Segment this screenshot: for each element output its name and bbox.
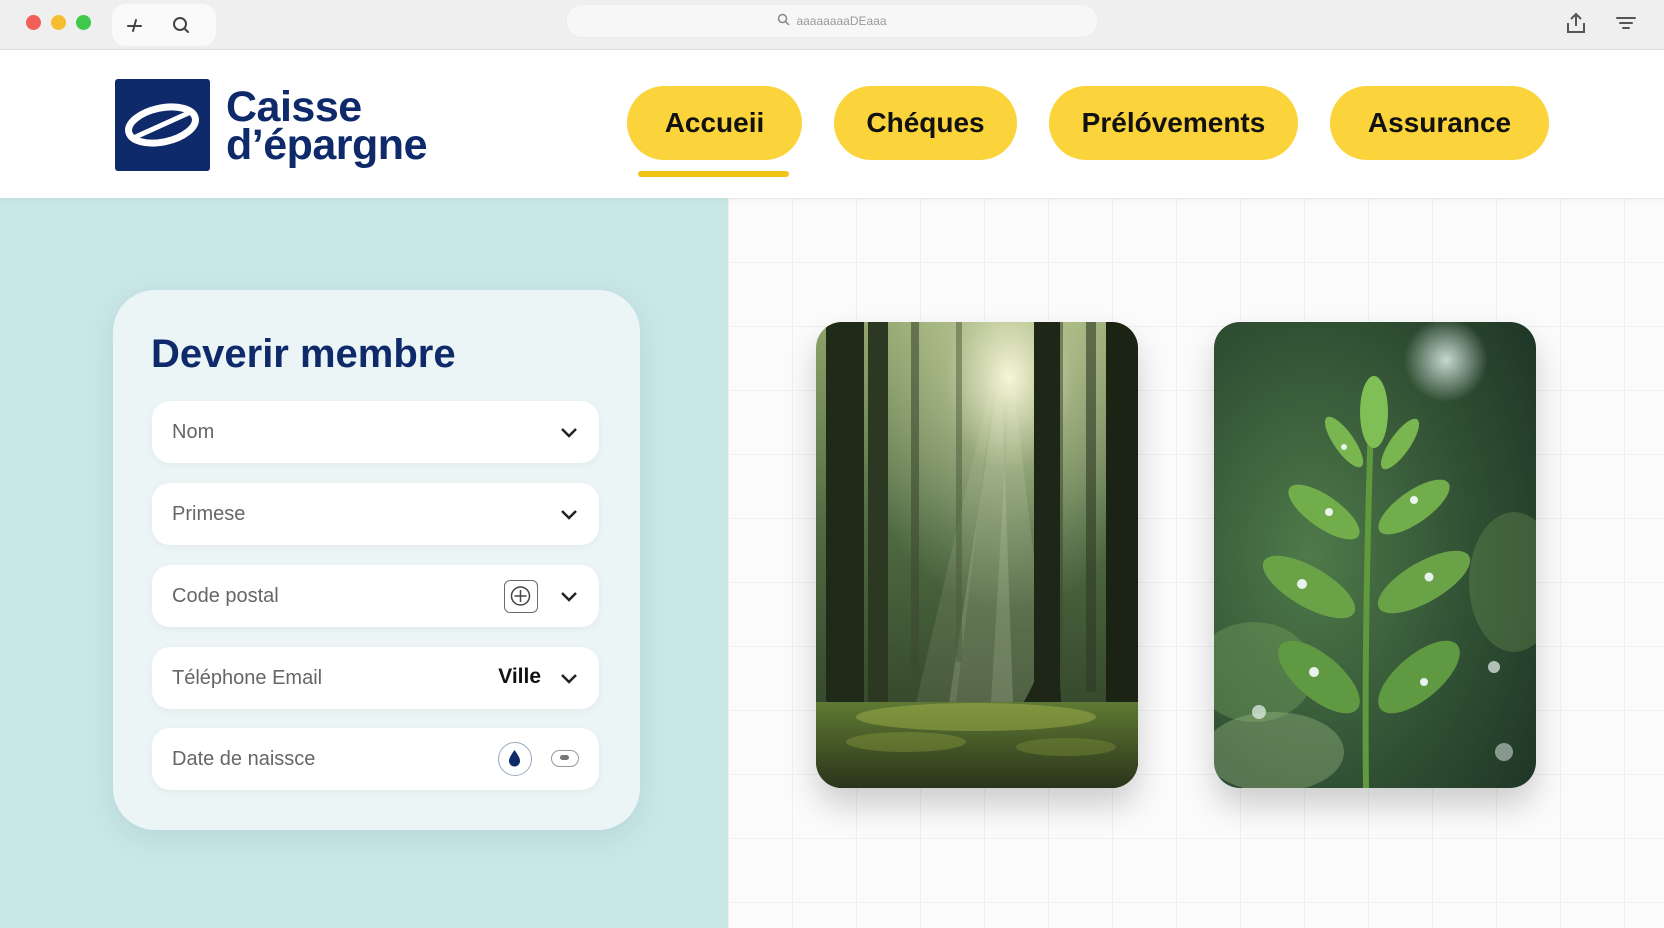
prenom-label: Primese [172,503,246,525]
chevron-down-icon[interactable] [559,668,579,688]
site-header: Caisse d’épargne Accueii Chéques Prélóve… [0,50,1664,198]
browser-toolbar: aaaaaaaaDEaaa [0,0,1664,50]
signup-panel: Deverir membre Nom Primese Code postal T… [0,198,728,928]
nav-accueil[interactable]: Accueii [627,86,802,160]
url-search-icon [777,13,790,29]
menu-icon[interactable] [1613,10,1639,36]
date-naissance-label: Date de naissce [172,748,316,770]
close-window-button[interactable] [26,15,41,30]
brand-name[interactable]: Caisse d’épargne [226,86,428,169]
form-title: Deverir membre [151,332,456,376]
plant-image [1214,322,1536,788]
nav-prelevements[interactable]: Prélóvements [1049,86,1298,160]
search-icon[interactable] [168,12,194,38]
address-bar[interactable]: aaaaaaaaDEaaa [566,4,1098,38]
nom-field[interactable]: Nom [152,401,599,463]
nav-cheques[interactable]: Chéques [834,86,1017,160]
image-showcase [728,198,1664,928]
nom-label: Nom [172,421,215,443]
telephone-email-field[interactable]: Téléphone Email Ville [152,647,599,709]
forest-image [816,322,1138,788]
nav-assurance[interactable]: Assurance [1330,86,1549,160]
share-icon[interactable] [1563,10,1589,36]
prenom-field[interactable]: Primese [152,483,599,545]
toggle-icon[interactable] [551,750,579,767]
minimize-window-button[interactable] [51,15,66,30]
add-icon[interactable] [504,580,538,613]
brand-logo-icon[interactable] [115,79,210,171]
maximize-window-button[interactable] [76,15,91,30]
browser-actions-pill [112,4,216,46]
url-text: aaaaaaaaDEaaa [796,14,887,28]
back-icon[interactable] [122,12,148,38]
code-postal-field[interactable]: Code postal [152,565,599,627]
chevron-down-icon[interactable] [559,586,579,606]
ville-select-value[interactable]: Ville [498,665,541,689]
brand-name-line2: d’épargne [226,121,428,169]
signup-form-card: Deverir membre Nom Primese Code postal T… [113,290,640,830]
telephone-email-label: Téléphone Email [172,667,323,689]
chevron-down-icon[interactable] [559,422,579,442]
chevron-down-icon[interactable] [559,504,579,524]
date-naissance-field[interactable]: Date de naissce [152,728,599,790]
radio-icon[interactable] [498,742,532,776]
code-postal-label: Code postal [172,585,279,607]
nav-active-indicator [638,171,789,177]
